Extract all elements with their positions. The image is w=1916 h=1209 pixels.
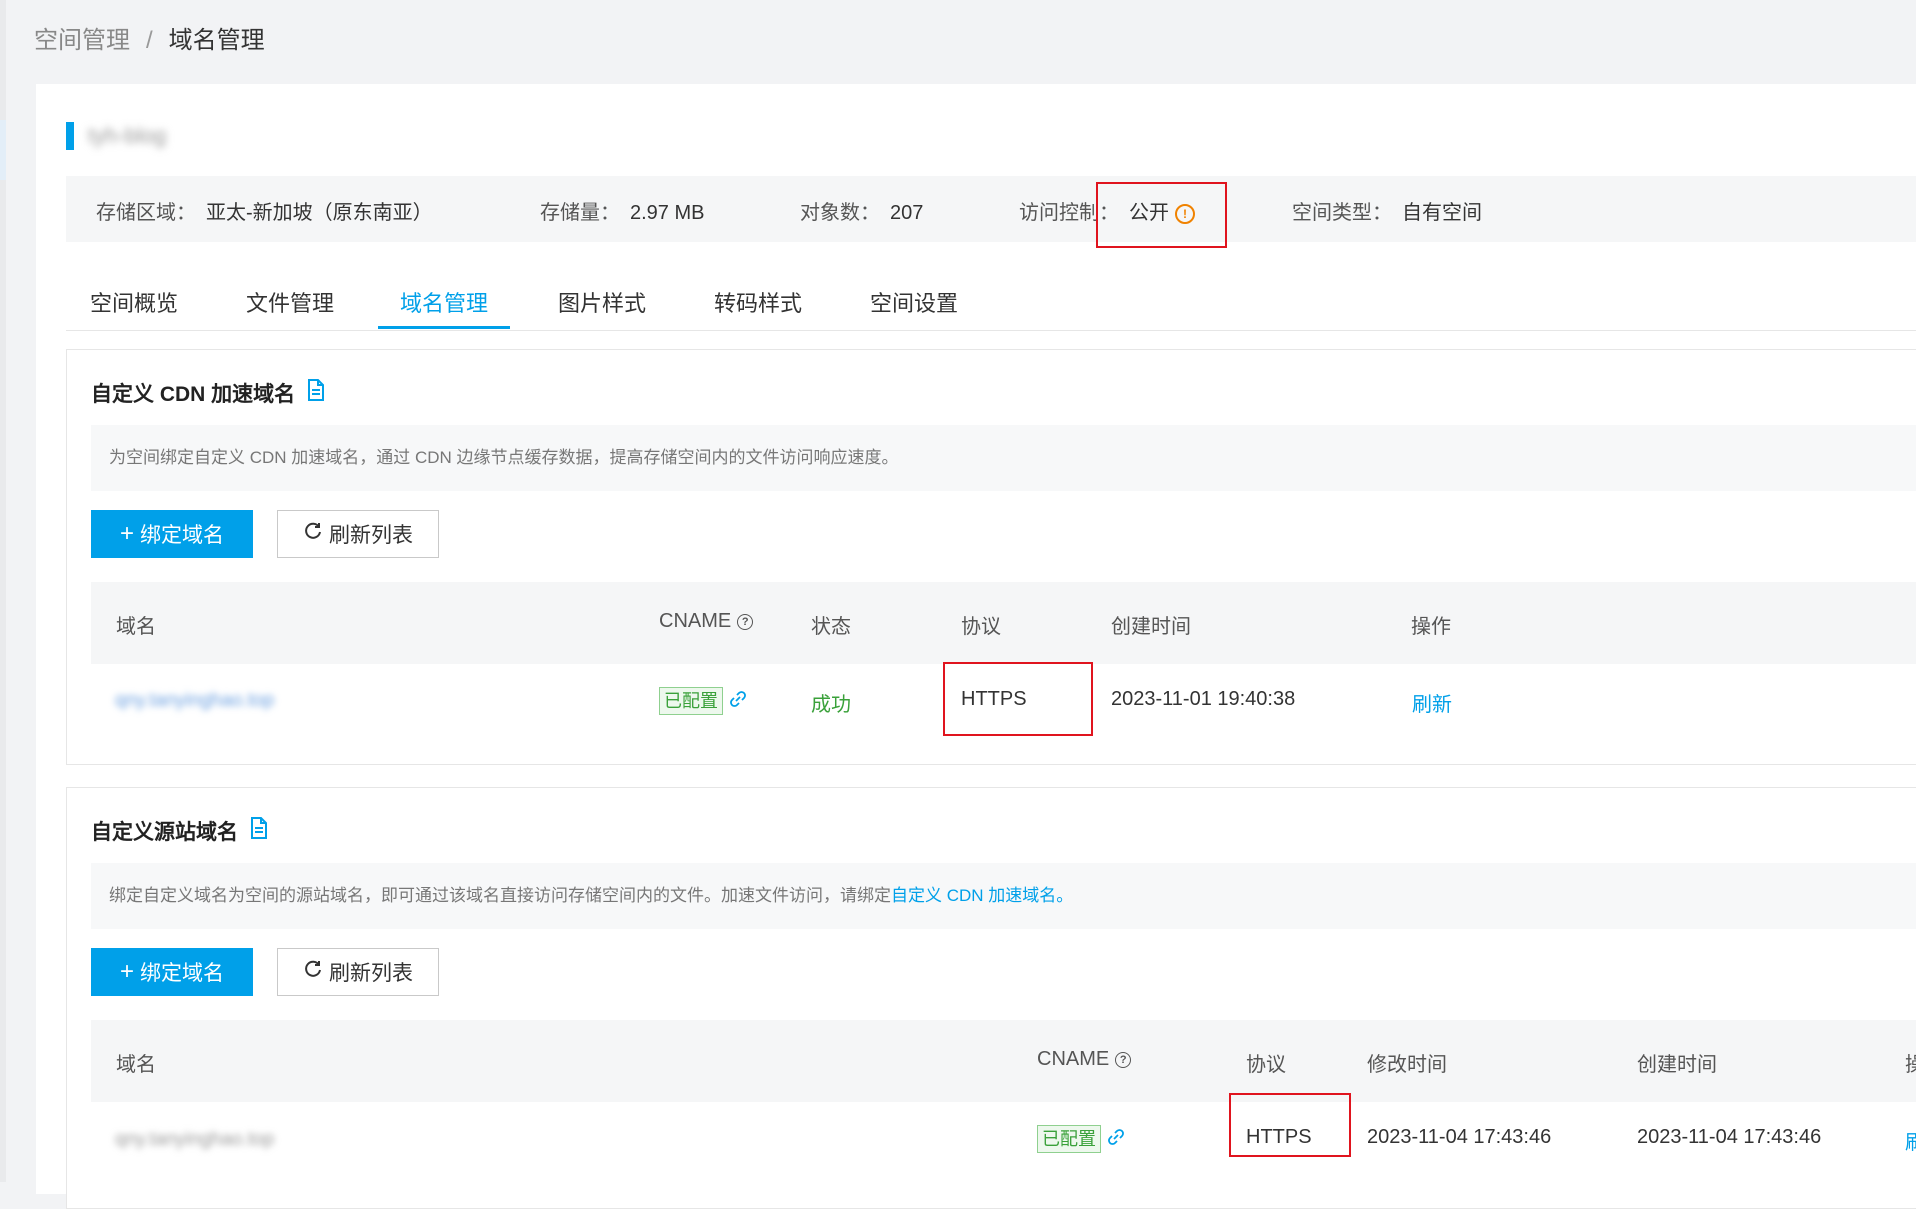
col-modified: 修改时间 <box>1367 1054 1447 1076</box>
cdn-row-created: 2023-11-01 19:40:38 <box>1111 688 1296 710</box>
left-sidebar-edge <box>0 0 6 1182</box>
cdn-table-header: 域名 CNAME? 状态 协议 创建时间 操作 <box>91 582 1916 664</box>
breadcrumb-root[interactable]: 空间管理 <box>34 27 130 54</box>
origin-domain-text: qny.tanyinghao.top <box>115 1129 275 1150</box>
origin-table-header: 域名 CNAME? 协议 修改时间 创建时间 操 <box>91 1020 1916 1102</box>
origin-row-created: 2023-11-04 17:43:46 <box>1637 1126 1822 1148</box>
origin-panel-title: 自定义源站域名 <box>91 816 268 846</box>
storage-value: 2.97 MB <box>630 202 705 224</box>
region-label: 存储区域： <box>96 202 196 224</box>
objects-info: 对象数： 207 <box>800 196 923 225</box>
col-status: 状态 <box>811 616 851 638</box>
col-cname: CNAME? <box>659 610 754 633</box>
refresh-icon <box>303 521 323 547</box>
highlight-box-origin-protocol <box>1229 1093 1351 1157</box>
tab-domains[interactable]: 域名管理 <box>400 286 488 318</box>
origin-description: 绑定自定义域名为空间的源站域名，即可通过该域名直接访问存储空间内的文件。加速文件… <box>91 863 1916 929</box>
col-cname-label: CNAME <box>659 610 732 632</box>
tab-files[interactable]: 文件管理 <box>246 286 334 318</box>
document-icon[interactable] <box>307 379 325 407</box>
cdn-row-cname: 已配置 <box>659 687 747 715</box>
breadcrumb-separator: / <box>146 27 153 54</box>
objects-label: 对象数： <box>800 202 880 224</box>
highlight-box-cdn-protocol <box>943 662 1093 736</box>
help-icon[interactable]: ? <box>1115 1051 1132 1068</box>
bind-origin-domain-button[interactable]: + 绑定域名 <box>91 948 253 996</box>
tab-bar: 空间概览 文件管理 域名管理 图片样式 转码样式 空间设置 <box>66 270 1916 331</box>
region-info: 存储区域： 亚太-新加坡（原东南亚） <box>96 196 433 225</box>
cdn-row-status: 成功 <box>811 694 851 716</box>
active-tab-indicator <box>378 326 510 329</box>
tab-settings[interactable]: 空间设置 <box>870 286 958 318</box>
tab-overview[interactable]: 空间概览 <box>90 286 178 318</box>
plus-icon: + <box>119 520 134 547</box>
col-operations: 操作 <box>1411 616 1451 638</box>
cdn-domain-doc-link[interactable]: 自定义 CDN 加速域名。 <box>891 886 1073 905</box>
bucket-type-value: 自有空间 <box>1402 202 1482 224</box>
link-icon[interactable] <box>729 690 747 714</box>
col-created: 创建时间 <box>1637 1054 1717 1076</box>
col-domain: 域名 <box>116 1054 156 1076</box>
objects-value: 207 <box>890 202 924 224</box>
col-cname-label: CNAME <box>1037 1048 1110 1070</box>
cname-status-tag: 已配置 <box>659 687 723 715</box>
highlight-box-acl <box>1096 182 1227 248</box>
help-icon[interactable]: ? <box>737 613 754 630</box>
refresh-origin-label: 刷新列表 <box>329 962 413 985</box>
tab-transcode-styles[interactable]: 转码样式 <box>714 286 802 318</box>
bind-origin-label: 绑定域名 <box>140 962 224 985</box>
cdn-row-domain[interactable]: qny.tanyinghao.top <box>115 689 274 712</box>
col-domain: 域名 <box>116 616 156 638</box>
refresh-icon <box>303 959 323 985</box>
refresh-cdn-label: 刷新列表 <box>329 524 413 547</box>
cdn-description: 为空间绑定自定义 CDN 加速域名，通过 CDN 边缘节点缓存数据，提高存储空间… <box>91 425 1916 491</box>
storage-info: 存储量： 2.97 MB <box>540 196 704 225</box>
cdn-refresh-link[interactable]: 刷新 <box>1412 688 1452 717</box>
bucket-type-label: 空间类型： <box>1292 202 1392 224</box>
cdn-title-text: 自定义 CDN 加速域名 <box>91 383 296 406</box>
storage-label: 存储量： <box>540 202 620 224</box>
bucket-type-info: 空间类型： 自有空间 <box>1292 196 1482 225</box>
origin-domain-panel: 自定义源站域名 绑定自定义域名为空间的源站域名，即可通过该域名直接访问存储空间内… <box>66 787 1916 1209</box>
col-protocol: 协议 <box>961 616 1001 638</box>
title-accent-bar <box>66 122 74 150</box>
bucket-info-bar: 存储区域： 亚太-新加坡（原东南亚） 存储量： 2.97 MB 对象数： 207 访问… <box>66 176 1916 242</box>
sidebar-active-marker <box>0 120 6 180</box>
col-cname: CNAME? <box>1037 1048 1132 1071</box>
breadcrumb-current: 域名管理 <box>168 27 265 54</box>
origin-description-text: 绑定自定义域名为空间的源站域名，即可通过该域名直接访问存储空间内的文件。加速文件… <box>109 886 891 905</box>
cdn-domain-link[interactable]: qny.tanyinghao.top <box>115 690 274 711</box>
bucket-title: tyh-blog <box>66 122 166 150</box>
tab-image-styles[interactable]: 图片样式 <box>558 286 646 318</box>
origin-title-text: 自定义源站域名 <box>91 821 238 844</box>
breadcrumb: 空间管理 / 域名管理 <box>34 20 265 55</box>
refresh-cdn-list-button[interactable]: 刷新列表 <box>277 510 439 558</box>
cname-status-tag: 已配置 <box>1037 1125 1101 1153</box>
col-protocol: 协议 <box>1246 1054 1286 1076</box>
plus-icon: + <box>119 958 134 985</box>
col-created: 创建时间 <box>1111 616 1191 638</box>
bind-cdn-domain-button[interactable]: + 绑定域名 <box>91 510 253 558</box>
bind-cdn-label: 绑定域名 <box>140 524 224 547</box>
region-value: 亚太-新加坡（原东南亚） <box>206 202 433 224</box>
origin-row-domain: qny.tanyinghao.top <box>115 1128 274 1151</box>
col-operations: 操 <box>1905 1054 1916 1076</box>
origin-row-cname: 已配置 <box>1037 1125 1125 1153</box>
document-icon[interactable] <box>250 817 268 845</box>
cdn-panel-title: 自定义 CDN 加速域名 <box>91 378 325 408</box>
origin-op-link[interactable]: 刷 <box>1905 1126 1916 1155</box>
origin-row-modified: 2023-11-04 17:43:46 <box>1367 1126 1552 1148</box>
link-icon[interactable] <box>1107 1128 1125 1152</box>
bucket-name: tyh-blog <box>88 123 167 148</box>
refresh-origin-list-button[interactable]: 刷新列表 <box>277 948 439 996</box>
